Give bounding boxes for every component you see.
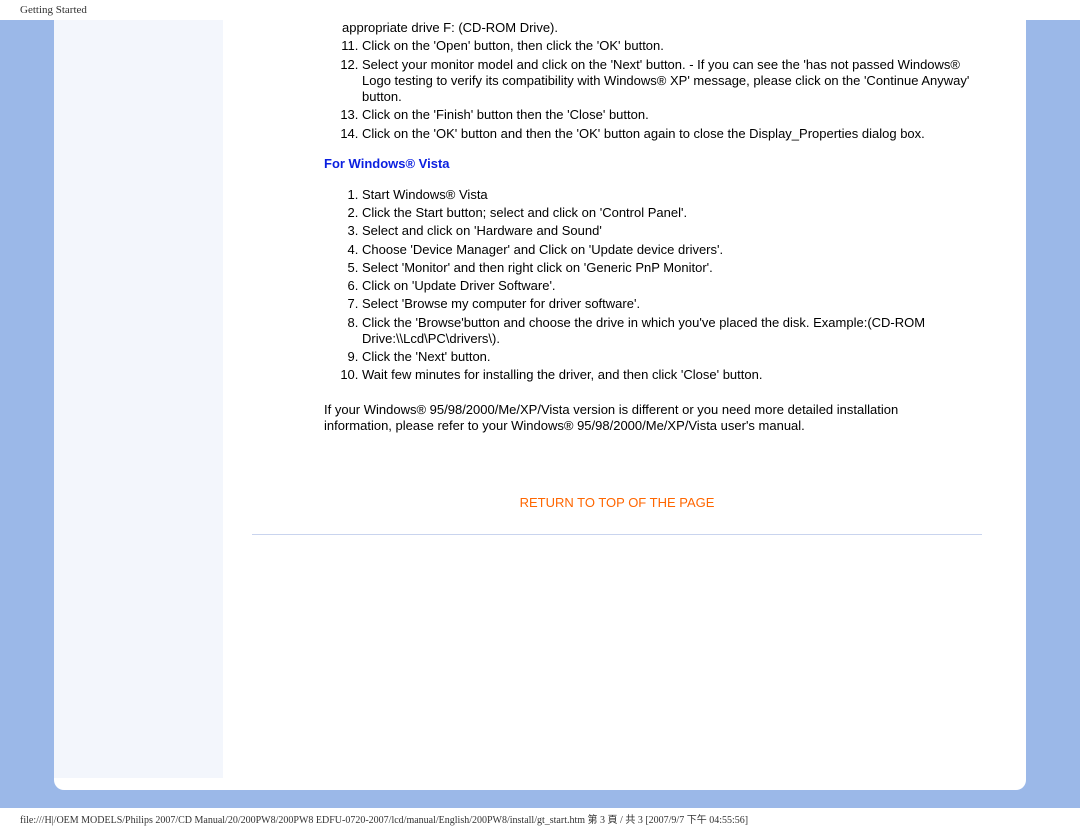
list-item: Click the 'Next' button. [362, 349, 990, 365]
vista-heading: For Windows® Vista [324, 156, 990, 171]
list-item: Click the 'Browse'button and choose the … [362, 315, 990, 348]
page-background: appropriate drive F: (CD-ROM Drive). Cli… [0, 20, 1080, 808]
list-item: Click on the 'Open' button, then click t… [362, 38, 990, 54]
page-footer: file:///H|/OEM MODELS/Philips 2007/CD Ma… [0, 808, 1080, 834]
list-item: Select and click on 'Hardware and Sound' [362, 223, 990, 239]
list-item: Select 'Browse my computer for driver so… [362, 296, 990, 312]
list-item: Wait few minutes for installing the driv… [362, 367, 990, 383]
divider [252, 534, 982, 535]
main-content: appropriate drive F: (CD-ROM Drive). Cli… [224, 20, 1026, 790]
list-item: Click on the 'Finish' button then the 'C… [362, 107, 990, 123]
page-header: Getting Started [0, 0, 1080, 20]
content-card: appropriate drive F: (CD-ROM Drive). Cli… [54, 20, 1026, 790]
footer-path: file:///H|/OEM MODELS/Philips 2007/CD Ma… [20, 815, 748, 826]
list-item: Click on 'Update Driver Software'. [362, 278, 990, 294]
vista-steps-list: Start Windows® Vista Click the Start but… [244, 187, 990, 384]
return-to-top-link[interactable]: RETURN TO TOP OF THE PAGE [244, 495, 990, 510]
xp-steps-list: appropriate drive F: (CD-ROM Drive). Cli… [244, 20, 990, 142]
list-item: appropriate drive F: (CD-ROM Drive). [342, 20, 990, 36]
list-item: Start Windows® Vista [362, 187, 990, 203]
page-header-title: Getting Started [20, 4, 87, 16]
footnote-text: If your Windows® 95/98/2000/Me/XP/Vista … [324, 402, 964, 436]
list-item: Click on the 'OK' button and then the 'O… [362, 126, 990, 142]
list-item: Click the Start button; select and click… [362, 205, 990, 221]
frame: appropriate drive F: (CD-ROM Drive). Cli… [36, 20, 1044, 790]
list-item: Select 'Monitor' and then right click on… [362, 260, 990, 276]
list-item: Select your monitor model and click on t… [362, 57, 990, 106]
left-sidebar [54, 20, 223, 778]
list-item: Choose 'Device Manager' and Click on 'Up… [362, 242, 990, 258]
